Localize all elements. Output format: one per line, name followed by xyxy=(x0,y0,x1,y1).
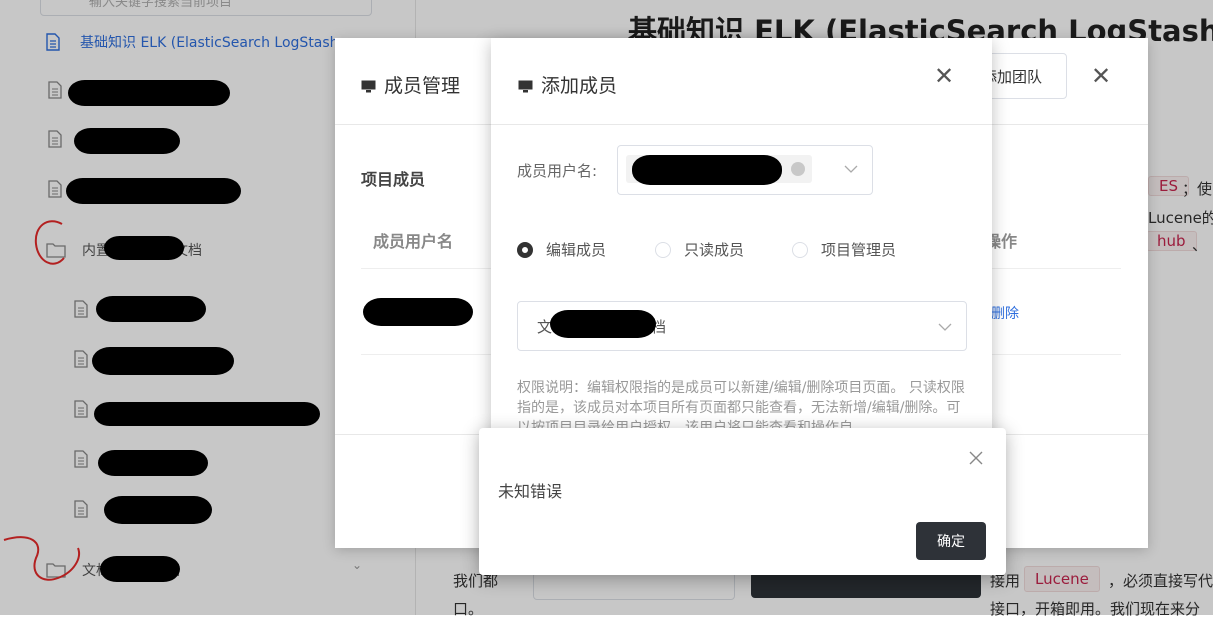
radio-dot xyxy=(517,241,533,258)
delete-link[interactable]: 删除 xyxy=(991,303,1019,323)
username-select[interactable] xyxy=(617,145,873,195)
document-select[interactable]: 文 档 xyxy=(517,301,967,351)
monitor-icon xyxy=(518,80,533,93)
redaction-mark xyxy=(363,298,473,326)
tag-remove-icon[interactable] xyxy=(791,162,805,176)
close-icon[interactable] xyxy=(969,451,983,465)
role-radio-readonly[interactable]: 只读成员 xyxy=(655,239,744,260)
chevron-down-icon xyxy=(938,323,952,331)
modal-header-divider xyxy=(491,124,992,125)
monitor-icon xyxy=(361,80,376,93)
username-label: 成员用户名: xyxy=(517,162,598,180)
modal-title: 添加成员 xyxy=(518,71,617,98)
radio-dot xyxy=(792,241,808,258)
redaction-mark xyxy=(550,310,656,338)
redaction-mark xyxy=(632,155,782,185)
close-icon[interactable]: ✕ xyxy=(934,64,954,88)
column-header-username: 成员用户名 xyxy=(373,232,454,251)
section-title: 项目成员 xyxy=(361,170,426,189)
role-radio-admin[interactable]: 项目管理员 xyxy=(792,239,896,260)
role-radio-editor[interactable]: 编辑成员 xyxy=(517,239,606,260)
close-icon[interactable]: ✕ xyxy=(1091,64,1111,88)
modal-title: 成员管理 xyxy=(361,71,460,98)
error-alert-dialog: 未知错误 确定 xyxy=(479,428,1006,575)
confirm-button[interactable]: 确定 xyxy=(916,522,986,560)
radio-dot xyxy=(655,241,671,258)
alert-message: 未知错误 xyxy=(498,482,563,501)
chevron-down-icon xyxy=(844,165,858,173)
